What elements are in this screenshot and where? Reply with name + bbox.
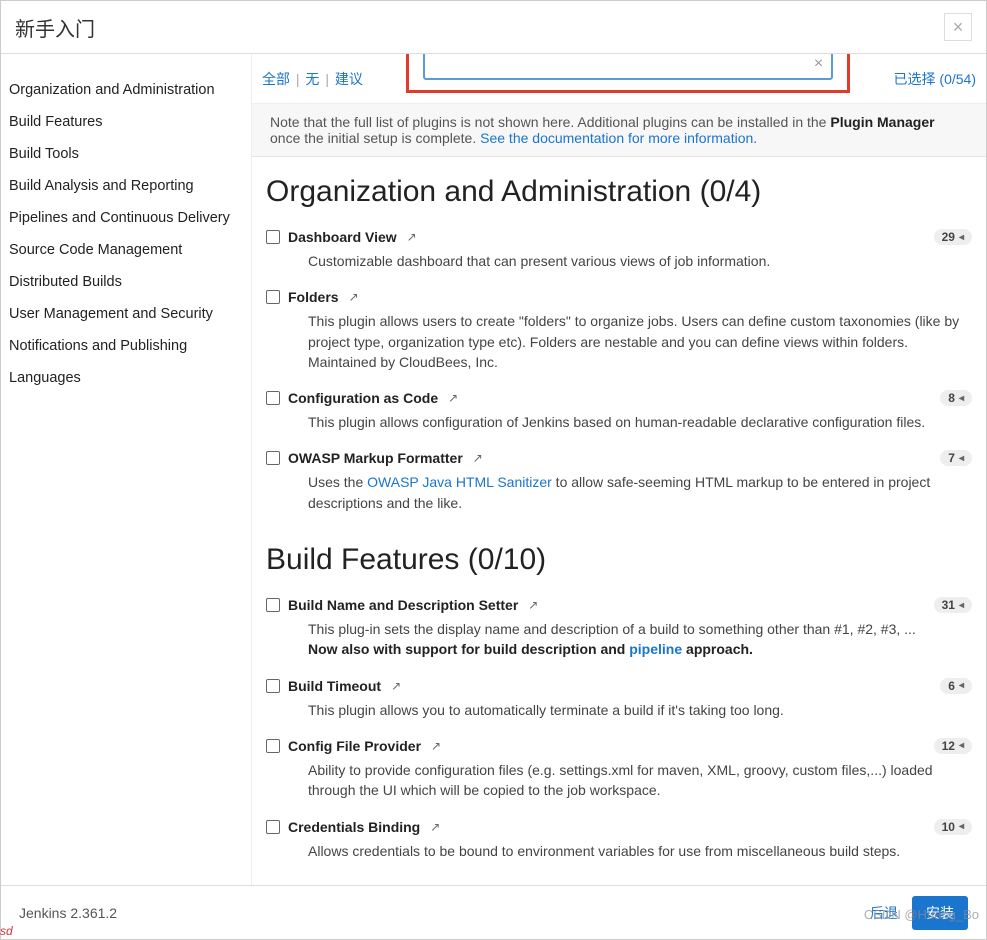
plugin-list[interactable]: Organization and Administration (0/4) Da… [252,157,986,885]
plugin-name[interactable]: Credentials Binding [288,819,420,835]
dep-badge[interactable]: 8 [940,390,972,406]
plugin-desc: This plugin allows users to create "fold… [308,311,972,372]
plugin-row: Credentials Binding ↗ 10 Allows credenti… [266,813,972,873]
owasp-link[interactable]: OWASP Java HTML Sanitizer [367,474,552,490]
plugin-name[interactable]: Dashboard View [288,229,397,245]
plugin-checkbox[interactable] [266,391,280,405]
plugin-desc: Uses the OWASP Java HTML Sanitizer to al… [308,472,972,513]
selected-count: 已选择 (0/54) [894,69,976,89]
sidebar-item-build-analysis[interactable]: Build Analysis and Reporting [1,170,251,202]
plugin-desc: Ability to provide configuration files (… [308,760,972,801]
plugin-checkbox[interactable] [266,451,280,465]
section-header: Build Features (0/10) [266,543,972,577]
plugin-desc: This plug-in sets the display name and d… [308,619,972,660]
plugin-row: Build Timeout ↗ 6 This plugin allows you… [266,672,972,732]
plugin-name[interactable]: Config File Provider [288,738,421,754]
sidebar-item-user-mgmt[interactable]: User Management and Security [1,298,251,330]
external-link-icon[interactable]: ↗ [431,739,441,753]
plugin-checkbox[interactable] [266,598,280,612]
external-link-icon[interactable]: ↗ [528,598,538,612]
dep-badge[interactable]: 7 [940,450,972,466]
plugin-checkbox[interactable] [266,739,280,753]
sidebar-item-build-tools[interactable]: Build Tools [1,138,251,170]
sidebar-item-org-admin[interactable]: Organization and Administration [1,74,251,106]
dep-badge[interactable]: 29 [934,229,972,245]
dep-badge[interactable]: 6 [940,678,972,694]
clear-icon[interactable]: × [814,55,823,73]
dialog-title: 新手入门 [15,13,95,42]
external-link-icon[interactable]: ↗ [391,679,401,693]
external-link-icon[interactable]: ↗ [473,451,483,465]
dep-badge[interactable]: 31 [934,597,972,613]
plugin-desc: This plugin allows configuration of Jenk… [308,412,972,432]
search-highlight-box: × [406,54,850,93]
external-link-icon[interactable]: ↗ [430,820,440,834]
sidebar-item-distributed[interactable]: Distributed Builds [1,266,251,298]
section-header: Organization and Administration (0/4) [266,175,972,209]
sd-label: sd [0,924,13,938]
plugin-desc: This plugin allows you to automatically … [308,700,972,720]
back-button[interactable]: 后退 [870,903,898,923]
close-icon[interactable]: × [944,13,972,41]
plugin-desc: Allows credentials to be bound to enviro… [308,841,972,861]
plugin-checkbox[interactable] [266,679,280,693]
info-banner: Note that the full list of plugins is no… [252,104,986,157]
dep-badge[interactable]: 10 [934,819,972,835]
external-link-icon[interactable]: ↗ [448,391,458,405]
plugin-row: Dashboard View ↗ 29 Customizable dashboa… [266,223,972,283]
sidebar-item-pipelines[interactable]: Pipelines and Continuous Delivery [1,202,251,234]
filter-suggested[interactable]: 建议 [335,71,363,87]
dep-badge[interactable]: 12 [934,738,972,754]
plugin-checkbox[interactable] [266,290,280,304]
sidebar-item-build-features[interactable]: Build Features [1,106,251,138]
plugin-row: Configuration as Code ↗ 8 This plugin al… [266,384,972,444]
filter-links: 全部 | 无 | 建议 [262,69,363,89]
sidebar-item-notifications[interactable]: Notifications and Publishing [1,330,251,362]
install-button[interactable]: 安装 [912,896,968,930]
plugin-row: Folders ↗ This plugin allows users to cr… [266,283,972,384]
version-label: Jenkins 2.361.2 [19,905,117,921]
category-sidebar: Organization and Administration Build Fe… [1,54,252,885]
filter-all[interactable]: 全部 [262,71,290,87]
external-link-icon[interactable]: ↗ [349,290,359,304]
plugin-name[interactable]: Build Timeout [288,678,381,694]
plugin-row: OWASP Markup Formatter ↗ 7 Uses the OWAS… [266,444,972,525]
plugin-row: Build Name and Description Setter ↗ 31 T… [266,591,972,672]
external-link-icon[interactable]: ↗ [407,230,417,244]
plugin-name[interactable]: OWASP Markup Formatter [288,450,463,466]
pipeline-link[interactable]: pipeline [629,641,682,657]
plugin-name[interactable]: Build Name and Description Setter [288,597,518,613]
search-box[interactable]: × [423,54,833,80]
search-input[interactable] [433,55,814,73]
plugin-row: Config File Provider ↗ 12 Ability to pro… [266,732,972,813]
plugin-checkbox[interactable] [266,820,280,834]
sidebar-item-languages[interactable]: Languages [1,362,251,394]
doc-link[interactable]: See the documentation for more informati… [480,130,753,146]
plugin-name[interactable]: Folders [288,289,339,305]
plugin-checkbox[interactable] [266,230,280,244]
filter-none[interactable]: 无 [305,71,319,87]
plugin-desc: Customizable dashboard that can present … [308,251,972,271]
sidebar-item-scm[interactable]: Source Code Management [1,234,251,266]
plugin-name[interactable]: Configuration as Code [288,390,438,406]
